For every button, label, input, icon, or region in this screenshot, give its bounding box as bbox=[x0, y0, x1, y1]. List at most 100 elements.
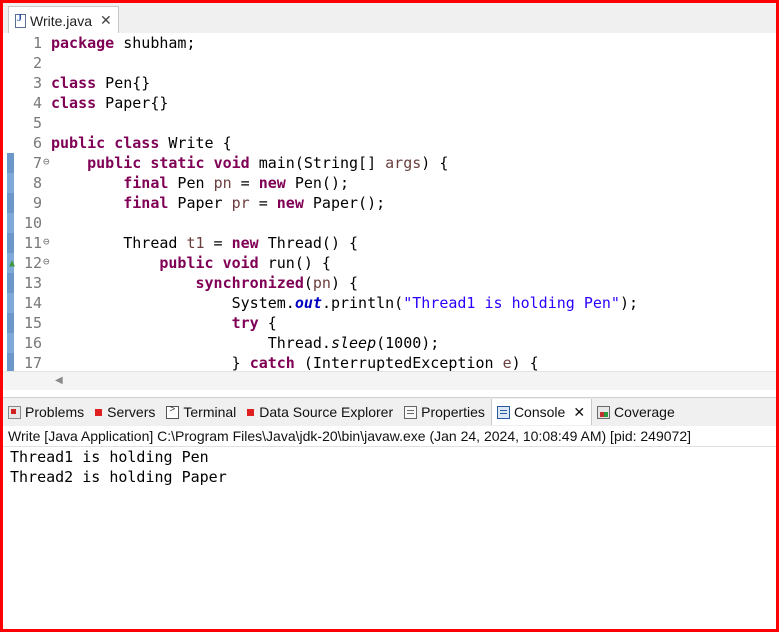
code-token: ) { bbox=[421, 154, 449, 172]
code-text: public class Write { bbox=[51, 133, 232, 153]
code-token: out bbox=[294, 294, 322, 312]
code-token: Paper bbox=[168, 194, 232, 212]
code-token: "Thread1 is holding Pen" bbox=[403, 294, 620, 312]
code-token: = bbox=[231, 174, 259, 192]
code-token: pn bbox=[312, 274, 331, 292]
code-text: class Pen{} bbox=[51, 73, 150, 93]
view-tab-data-source-explorer[interactable]: Data Source Explorer bbox=[242, 399, 399, 425]
code-token: main(String[] bbox=[249, 154, 386, 172]
fold-toggle-icon[interactable]: ⊖ bbox=[43, 232, 50, 252]
editor-tab-label: Write.java bbox=[30, 12, 92, 29]
code-text: Thread t1 = new Thread() { bbox=[51, 233, 358, 253]
data-source-icon bbox=[247, 408, 255, 416]
view-tab-servers[interactable]: Servers bbox=[90, 399, 161, 425]
code-token: shubham; bbox=[114, 34, 196, 52]
code-token: .println( bbox=[321, 294, 404, 312]
change-marker bbox=[7, 153, 14, 173]
line-number: 7 bbox=[32, 154, 42, 172]
code-token: class bbox=[51, 94, 97, 112]
code-token: Thread. bbox=[51, 334, 331, 352]
line-number: 5 bbox=[32, 114, 42, 132]
fold-toggle-icon[interactable]: ⊖ bbox=[43, 152, 50, 172]
properties-icon bbox=[404, 405, 418, 419]
code-line: ▲ 12 ⊖ public void run() { bbox=[3, 253, 776, 273]
view-tab-label: Properties bbox=[421, 404, 485, 420]
console-output[interactable]: Thread1 is holding Pen Thread2 is holdin… bbox=[3, 447, 776, 487]
code-text: final Pen pn = new Pen(); bbox=[51, 173, 349, 193]
terminal-icon bbox=[166, 404, 180, 419]
code-line: 10 bbox=[3, 213, 776, 233]
close-icon[interactable]: ✕ bbox=[573, 404, 585, 421]
code-token: Pen{} bbox=[96, 74, 151, 92]
console-launch-info: Write [Java Application] C:\Program File… bbox=[3, 426, 776, 447]
line-number: 12 bbox=[23, 254, 42, 272]
code-token: (1000); bbox=[376, 334, 440, 352]
code-token: synchronized bbox=[195, 274, 304, 292]
view-tab-coverage[interactable]: Coverage bbox=[592, 399, 681, 425]
code-line: 17 } catch (InterruptedException e) { bbox=[3, 353, 776, 371]
line-number: 15 bbox=[23, 314, 42, 332]
code-line: 3 class Pen{} bbox=[3, 73, 776, 93]
code-line: 1 package shubham; bbox=[3, 33, 776, 53]
change-marker bbox=[7, 333, 14, 353]
code-token: try bbox=[231, 314, 259, 332]
view-tab-properties[interactable]: Properties bbox=[399, 399, 491, 425]
view-tab-label: Terminal bbox=[183, 404, 237, 420]
code-token: static bbox=[150, 154, 205, 172]
console-icon bbox=[496, 405, 510, 419]
line-number: 10 bbox=[23, 214, 42, 232]
code-token: System. bbox=[51, 294, 295, 312]
code-text: synchronized(pn) { bbox=[51, 273, 359, 293]
editor-tab-write-java[interactable]: Write.java ✕ bbox=[8, 6, 119, 34]
change-marker bbox=[7, 213, 14, 233]
scroll-left-arrow-icon[interactable]: ◀ bbox=[55, 375, 63, 386]
code-text: final Paper pr = new Paper(); bbox=[51, 193, 385, 213]
code-text: public static void main(String[] args) { bbox=[51, 153, 448, 173]
code-token: pn bbox=[213, 174, 232, 192]
code-line: 6 public class Write { bbox=[3, 133, 776, 153]
view-tab-bar: Problems Servers Terminal Data Source Explo… bbox=[3, 397, 776, 427]
code-token: = bbox=[204, 234, 232, 252]
line-number: 16 bbox=[23, 334, 42, 352]
line-number: 13 bbox=[23, 274, 42, 292]
code-text: public void run() { bbox=[51, 253, 331, 273]
view-tab-console[interactable]: Console ✕ bbox=[490, 399, 593, 425]
code-token: (InterruptedException bbox=[294, 354, 503, 371]
code-token: Thread() { bbox=[258, 234, 359, 252]
view-tab-label: Servers bbox=[107, 404, 156, 420]
code-token: public bbox=[159, 254, 214, 272]
view-tab-problems[interactable]: Problems bbox=[3, 399, 90, 425]
change-marker bbox=[7, 173, 14, 193]
servers-icon bbox=[95, 408, 103, 416]
close-icon[interactable]: ✕ bbox=[100, 12, 112, 29]
code-line: 15 try { bbox=[3, 313, 776, 333]
change-marker bbox=[7, 353, 14, 371]
code-editor[interactable]: 1 package shubham; 2 3 class Pen{} 4 class Pap… bbox=[3, 33, 776, 371]
line-number: 2 bbox=[32, 54, 42, 72]
code-line: 13 synchronized(pn) { bbox=[3, 273, 776, 293]
horizontal-scrollbar[interactable]: ◀ bbox=[3, 371, 776, 390]
change-marker bbox=[7, 273, 14, 293]
view-tab-label: Coverage bbox=[614, 404, 675, 420]
fold-toggle-icon[interactable]: ⊖ bbox=[43, 252, 50, 272]
code-text: Thread.sleep(1000); bbox=[51, 333, 440, 353]
line-number: 17 bbox=[23, 354, 42, 371]
code-token: { bbox=[258, 314, 277, 332]
view-tab-terminal[interactable]: Terminal bbox=[161, 399, 242, 425]
code-token: final bbox=[123, 174, 169, 192]
code-token: ) { bbox=[511, 354, 539, 371]
code-token: class bbox=[51, 74, 97, 92]
code-token: Paper(); bbox=[303, 194, 386, 212]
line-number: 14 bbox=[23, 294, 42, 312]
code-token: sleep bbox=[330, 334, 377, 352]
problems-icon bbox=[8, 405, 21, 419]
code-text: class Paper{} bbox=[51, 93, 168, 113]
code-token: } bbox=[51, 354, 250, 371]
code-line: 4 class Paper{} bbox=[3, 93, 776, 113]
